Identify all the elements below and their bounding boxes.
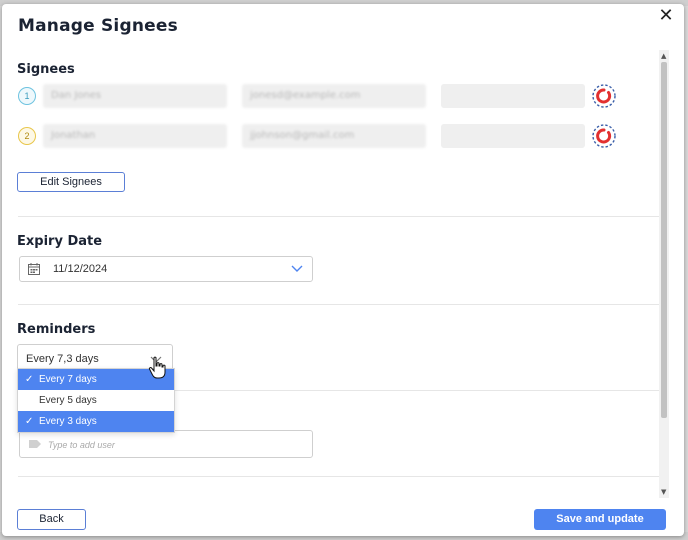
close-icon[interactable]: ✕ — [656, 6, 676, 26]
signature-status-icon[interactable] — [591, 123, 617, 149]
expiry-date-value: 11/12/2024 — [53, 263, 108, 275]
reminder-option-3-days[interactable]: ✓ Every 3 days — [18, 411, 174, 432]
signee-email-field-2[interactable]: jjohnson@gmail.com — [242, 124, 426, 148]
signee-number-2: 2 — [18, 127, 36, 145]
divider — [18, 216, 660, 217]
expiry-heading: Expiry Date — [17, 234, 103, 249]
scrollbar-thumb[interactable] — [661, 62, 667, 418]
signee-number-1: 1 — [18, 87, 36, 105]
reminder-option-label: Every 7 days — [39, 374, 97, 385]
divider — [18, 304, 660, 305]
dialog-title: Manage Signees — [18, 16, 178, 36]
back-button[interactable]: Back — [17, 509, 86, 530]
signee-name-field-1[interactable]: Dan Jones — [43, 84, 227, 108]
scroll-down-icon[interactable]: ▼ — [661, 488, 666, 496]
chevron-down-icon — [291, 265, 303, 272]
signee-extra-field-1[interactable] — [441, 84, 585, 108]
save-and-update-button[interactable]: Save and update — [534, 509, 666, 530]
manage-signees-dialog: Manage Signees ✕ Signees 1 Dan Jones jon… — [2, 4, 684, 536]
signature-status-icon[interactable] — [591, 83, 617, 109]
reminders-heading: Reminders — [17, 322, 96, 337]
calendar-icon — [28, 263, 40, 275]
signee-email-field-1[interactable]: jonesd@example.com — [242, 84, 426, 108]
signee-extra-field-2[interactable] — [441, 124, 585, 148]
signees-heading: Signees — [17, 62, 75, 77]
scroll-up-icon[interactable]: ▲ — [661, 52, 666, 60]
reminder-option-label: Every 5 days — [39, 395, 97, 406]
add-user-input[interactable] — [46, 435, 300, 455]
reminder-option-label: Every 3 days — [39, 416, 97, 427]
check-icon: ✓ — [25, 374, 34, 385]
divider — [18, 476, 660, 477]
hand-cursor-icon — [148, 356, 166, 379]
check-icon: ✓ — [25, 416, 34, 427]
edit-signees-button[interactable]: Edit Signees — [17, 172, 125, 192]
scrollbar[interactable]: ▲ ▼ — [659, 50, 669, 498]
signee-name-field-2[interactable]: Jonathan — [43, 124, 227, 148]
reminder-option-5-days[interactable]: Every 5 days — [18, 390, 174, 411]
tag-icon — [29, 440, 41, 448]
add-user-field[interactable] — [19, 430, 313, 458]
expiry-date-picker[interactable]: 11/12/2024 — [19, 256, 313, 282]
